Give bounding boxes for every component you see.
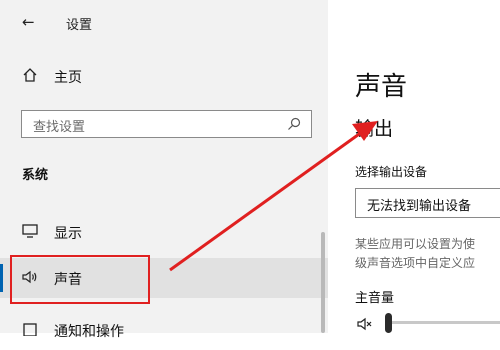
sidebar-item-label: 主页	[54, 70, 82, 86]
home-icon	[23, 68, 37, 82]
sidebar-item-label: 显示	[54, 226, 82, 242]
output-section-title: 输出	[355, 118, 394, 140]
volume-slider-track[interactable]	[390, 321, 500, 324]
notification-icon	[23, 323, 37, 336]
output-device-value: 无法找到输出设备	[367, 199, 472, 214]
output-device-select[interactable]: 无法找到输出设备	[355, 188, 500, 218]
search-icon[interactable]	[287, 117, 301, 131]
app-title: 设置	[66, 18, 93, 33]
sidebar-item-notifications[interactable]: 通知和操作	[0, 310, 328, 350]
sidebar-item-display[interactable]: 显示	[0, 212, 328, 252]
back-arrow-icon[interactable]: ←	[22, 13, 35, 31]
sidebar-item-label: 通知和操作	[54, 324, 124, 340]
app-volume-hint: 某些应用可以设置为使 级声音选项中自定义应	[355, 235, 475, 273]
master-volume-label: 主音量	[355, 291, 395, 306]
page-title: 声音	[355, 72, 408, 102]
annotation-highlight-box	[10, 255, 150, 304]
section-title: 系统	[22, 168, 49, 183]
selection-indicator	[0, 264, 3, 292]
search-input[interactable]: 查找设置	[21, 110, 312, 138]
monitor-icon	[22, 224, 38, 238]
hint-line: 级声音选项中自定义应	[355, 256, 476, 270]
output-device-label: 选择输出设备	[355, 165, 428, 179]
speaker-mute-icon[interactable]	[357, 317, 373, 331]
sidebar-scrollbar[interactable]	[321, 232, 325, 333]
volume-slider-thumb[interactable]	[385, 313, 392, 333]
hint-line: 某些应用可以设置为使	[355, 237, 476, 251]
search-placeholder: 查找设置	[33, 120, 86, 135]
sidebar-item-home[interactable]: 主页	[0, 62, 328, 92]
